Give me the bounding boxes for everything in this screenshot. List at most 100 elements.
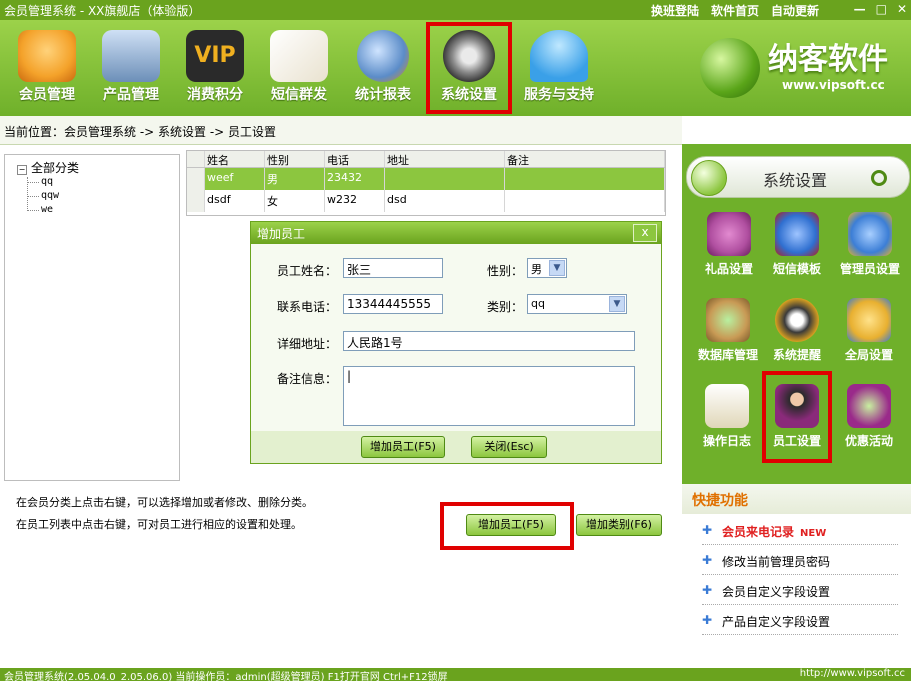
- notes-textarea[interactable]: |: [343, 366, 635, 426]
- name-label: 员工姓名：: [277, 264, 338, 278]
- column-header[interactable]: 电话: [325, 151, 385, 167]
- grid-header: 姓名 性别 电话 地址 备注: [187, 151, 665, 168]
- panel-item-admin-settings[interactable]: 管理员设置: [832, 212, 908, 277]
- collapse-icon[interactable]: −: [17, 165, 27, 175]
- panel-item-promotions[interactable]: 优惠活动: [834, 384, 904, 449]
- table-row[interactable]: dsdf 女 w232 dsd: [187, 190, 665, 212]
- panel-item-operation-log[interactable]: 操作日志: [692, 384, 762, 449]
- name-input[interactable]: 张三: [343, 258, 443, 278]
- log-icon: [705, 384, 749, 428]
- dialog-close-button[interactable]: x: [633, 224, 657, 242]
- plus-icon: ✚: [702, 583, 713, 597]
- gift-icon: [707, 212, 751, 256]
- title-links: 换班登陆 软件首页 自动更新: [651, 2, 819, 19]
- toolbar-product-management[interactable]: 产品管理: [90, 22, 172, 110]
- panel-title: 系统设置: [763, 171, 828, 190]
- dialog-close-esc-button[interactable]: 关闭(Esc): [471, 436, 547, 458]
- database-icon: [706, 298, 750, 342]
- quick-item-change-password[interactable]: ✚ 修改当前管理员密码: [702, 546, 898, 575]
- brand-logo: 纳客软件 www.vipsoft.cc: [700, 32, 900, 112]
- plus-icon: ✚: [702, 523, 713, 537]
- tree-item[interactable]: qqw: [41, 190, 59, 201]
- hint-text: 在会员分类上点击右键，可以选择增加或者修改、删除分类。: [16, 496, 313, 509]
- compass-icon: [775, 298, 819, 342]
- toolbar-sms-broadcast[interactable]: 短信群发: [258, 22, 340, 110]
- table-row[interactable]: weef 男 23432: [187, 168, 665, 190]
- monitor-icon: [102, 30, 160, 82]
- software-home-link[interactable]: 软件首页: [711, 2, 759, 19]
- panel-item-database-management[interactable]: 数据库管理: [690, 298, 766, 363]
- category-select[interactable]: qq ▼: [527, 294, 627, 314]
- category-label: 类别：: [487, 300, 524, 314]
- tree-line: [27, 210, 39, 211]
- toolbar-statistics-reports[interactable]: 统计报表: [342, 22, 424, 110]
- toolbar-member-management[interactable]: 会员管理: [6, 22, 88, 110]
- chevron-down-icon[interactable]: ▼: [609, 296, 625, 312]
- toolbar-service-support[interactable]: 服务与支持: [514, 22, 604, 110]
- knob-icon: [691, 160, 727, 196]
- vip-icon: VIP: [186, 30, 244, 82]
- toolbar-consumption-points[interactable]: VIP 消费积分: [174, 22, 256, 110]
- quick-item-member-custom-fields[interactable]: ✚ 会员自定义字段设置: [702, 576, 898, 605]
- panel-item-system-reminder[interactable]: 系统提醒: [762, 298, 832, 363]
- dialog-add-employee-button[interactable]: 增加员工(F5): [361, 436, 445, 458]
- phone-label: 联系电话：: [277, 300, 338, 314]
- members-icon: [18, 30, 76, 82]
- window-controls: — □ ✕: [854, 2, 907, 16]
- global-settings-icon: [847, 298, 891, 342]
- dialog-title: 增加员工: [251, 222, 661, 244]
- tree-item[interactable]: we: [41, 204, 53, 215]
- address-label: 详细地址：: [277, 337, 338, 351]
- panel-item-gift-settings[interactable]: 礼品设置: [694, 212, 764, 277]
- add-employee-dialog: 增加员工 x 员工姓名： 张三 性别： 男 ▼ 联系电话： 1334444555…: [250, 221, 662, 464]
- auto-update-link[interactable]: 自动更新: [771, 2, 819, 19]
- add-category-button[interactable]: 增加类别(F6): [576, 514, 662, 536]
- plus-icon: ✚: [702, 553, 713, 567]
- column-header[interactable]: 姓名: [205, 151, 265, 167]
- sms-template-icon: [775, 212, 819, 256]
- tree-item[interactable]: qq: [41, 176, 53, 187]
- hint-text: 在员工列表中点击右键，可对员工进行相应的设置和处理。: [16, 518, 302, 531]
- quick-item-product-custom-fields[interactable]: ✚ 产品自定义字段设置: [702, 606, 898, 635]
- highlight-system-settings: [426, 22, 512, 114]
- gender-select[interactable]: 男 ▼: [527, 258, 567, 278]
- panel-item-sms-template[interactable]: 短信模板: [762, 212, 832, 277]
- category-tree[interactable]: − 全部分类 qq qqw we: [4, 154, 180, 481]
- column-header[interactable]: 地址: [385, 151, 505, 167]
- breadcrumb: 当前位置：会员管理系统 -> 系统设置 -> 员工设置: [0, 116, 682, 145]
- logo-url: www.vipsoft.cc: [782, 78, 885, 92]
- panel-item-global-settings[interactable]: 全局设置: [834, 298, 904, 363]
- column-header[interactable]: 性别: [265, 151, 325, 167]
- quick-functions-panel: 快捷功能 ✚ 会员来电记录 NEW ✚ 修改当前管理员密码 ✚ 会员自定义字段设置…: [682, 484, 911, 668]
- tree-line: [27, 182, 39, 183]
- admin-lock-icon: [848, 212, 892, 256]
- highlight-employee-settings: [762, 371, 832, 463]
- title-bar: 会员管理系统 - XX旗舰店（体验版） 换班登陆 软件首页 自动更新 — □ ✕: [0, 0, 911, 20]
- logo-name: 纳客软件: [768, 42, 888, 77]
- clock-globe-icon: [357, 30, 409, 82]
- switch-shift-link[interactable]: 换班登陆: [651, 2, 699, 19]
- panel-header: 系统设置: [686, 156, 910, 198]
- phone-input[interactable]: 13344445555: [343, 294, 443, 314]
- breadcrumb-text: 当前位置：会员管理系统 -> 系统设置 -> 员工设置: [4, 125, 277, 139]
- close-button[interactable]: ✕: [897, 2, 907, 16]
- tree-root[interactable]: − 全部分类: [17, 159, 79, 176]
- gender-label: 性别：: [487, 264, 524, 278]
- plus-icon: ✚: [702, 613, 713, 627]
- chevron-down-icon[interactable]: ▼: [549, 260, 565, 276]
- employee-grid: 姓名 性别 电话 地址 备注 weef 男 23432 dsdf 女 w232 …: [186, 150, 666, 216]
- tree-line: [27, 196, 39, 197]
- quick-item-call-records[interactable]: ✚ 会员来电记录 NEW: [702, 516, 898, 545]
- status-url[interactable]: http://www.vipsoft.cc: [800, 668, 905, 679]
- ring-icon: [871, 170, 887, 186]
- status-bar: 会员管理系统(2.05.04.0_2.05.06.0) 当前操作员：admin(…: [0, 668, 911, 683]
- window-title: 会员管理系统 - XX旗舰店（体验版）: [4, 4, 201, 18]
- promotion-icon: [847, 384, 891, 428]
- maximize-button[interactable]: □: [876, 2, 887, 16]
- address-input[interactable]: 人民路1号: [343, 331, 635, 351]
- new-badge: NEW: [800, 528, 827, 539]
- quick-title: 快捷功能: [682, 484, 911, 514]
- minimize-button[interactable]: —: [854, 2, 866, 16]
- dialog-footer: 增加员工(F5) 关闭(Esc): [251, 431, 661, 463]
- column-header[interactable]: 备注: [505, 151, 665, 167]
